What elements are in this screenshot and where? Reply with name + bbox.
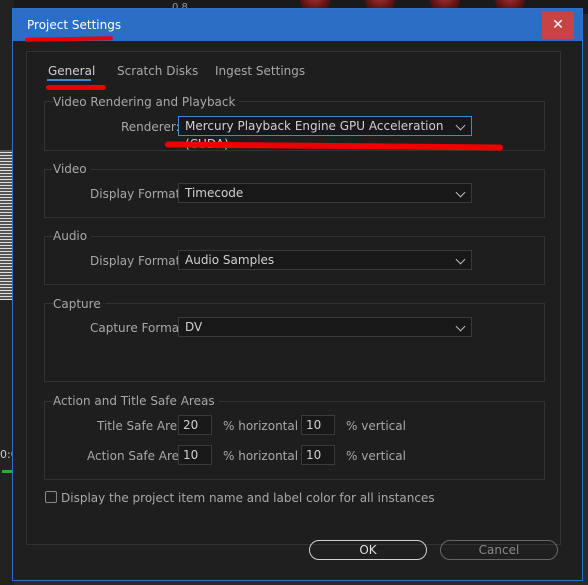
annotation-underline-tab: [46, 85, 106, 90]
display-names-checkbox-label[interactable]: Display the project item name and label …: [61, 491, 435, 505]
group-title-safe-areas: Action and Title Safe Areas: [53, 394, 219, 408]
ok-button[interactable]: OK: [309, 540, 427, 560]
close-icon: ✕: [552, 17, 564, 33]
action-safe-label: Action Safe Area: [87, 449, 187, 463]
action-safe-vertical-unit: % vertical: [346, 449, 406, 463]
chevron-down-icon: [455, 120, 466, 131]
group-title-video-rendering: Video Rendering and Playback: [53, 95, 240, 109]
group-title-video: Video: [53, 162, 91, 176]
annotation-underline-title: [24, 36, 114, 42]
capture-format-value: DV: [185, 320, 203, 334]
title-safe-vertical-unit: % vertical: [346, 419, 406, 433]
dialog-title: Project Settings: [27, 18, 122, 32]
audio-display-format-select[interactable]: Audio Samples: [178, 250, 472, 270]
renderer-label: Renderer:: [121, 120, 180, 134]
action-safe-horizontal-input[interactable]: 10: [178, 445, 212, 465]
renderer-select[interactable]: Mercury Playback Engine GPU Acceleration…: [178, 116, 472, 151]
group-safe-areas: [44, 401, 545, 480]
group-title-capture: Capture: [53, 297, 105, 311]
video-display-format-select[interactable]: Timecode: [178, 183, 472, 203]
tab-ingest-settings[interactable]: Ingest Settings: [215, 64, 305, 78]
action-safe-horizontal-unit: % horizontal: [223, 449, 299, 463]
action-safe-vertical-input[interactable]: 10: [301, 445, 335, 465]
chevron-down-icon: [455, 187, 466, 198]
title-safe-horizontal-unit: % horizontal: [223, 419, 299, 433]
video-display-format-label: Display Format:: [90, 187, 185, 201]
background-waveform: [0, 150, 12, 300]
active-tab-indicator: [47, 79, 91, 81]
audio-display-format-label: Display Format:: [90, 254, 185, 268]
title-safe-vertical-input[interactable]: 10: [301, 415, 335, 435]
display-names-checkbox[interactable]: [45, 491, 57, 503]
video-display-format-value: Timecode: [185, 186, 244, 200]
close-button[interactable]: ✕: [542, 11, 574, 39]
title-safe-horizontal-input[interactable]: 20: [178, 415, 212, 435]
dialog-titlebar[interactable]: Project Settings ✕: [13, 9, 582, 42]
tab-general[interactable]: General: [48, 64, 95, 78]
group-capture: [44, 303, 545, 382]
capture-format-select[interactable]: DV: [178, 317, 472, 337]
audio-display-format-value: Audio Samples: [185, 253, 275, 267]
tab-scratch-disks[interactable]: Scratch Disks: [117, 64, 198, 78]
title-safe-label: Title Safe Area: [97, 419, 185, 433]
capture-format-label: Capture Format:: [90, 321, 188, 335]
chevron-down-icon: [455, 254, 466, 265]
group-title-audio: Audio: [53, 229, 92, 243]
cancel-button[interactable]: Cancel: [440, 540, 558, 560]
chevron-down-icon: [455, 321, 466, 332]
